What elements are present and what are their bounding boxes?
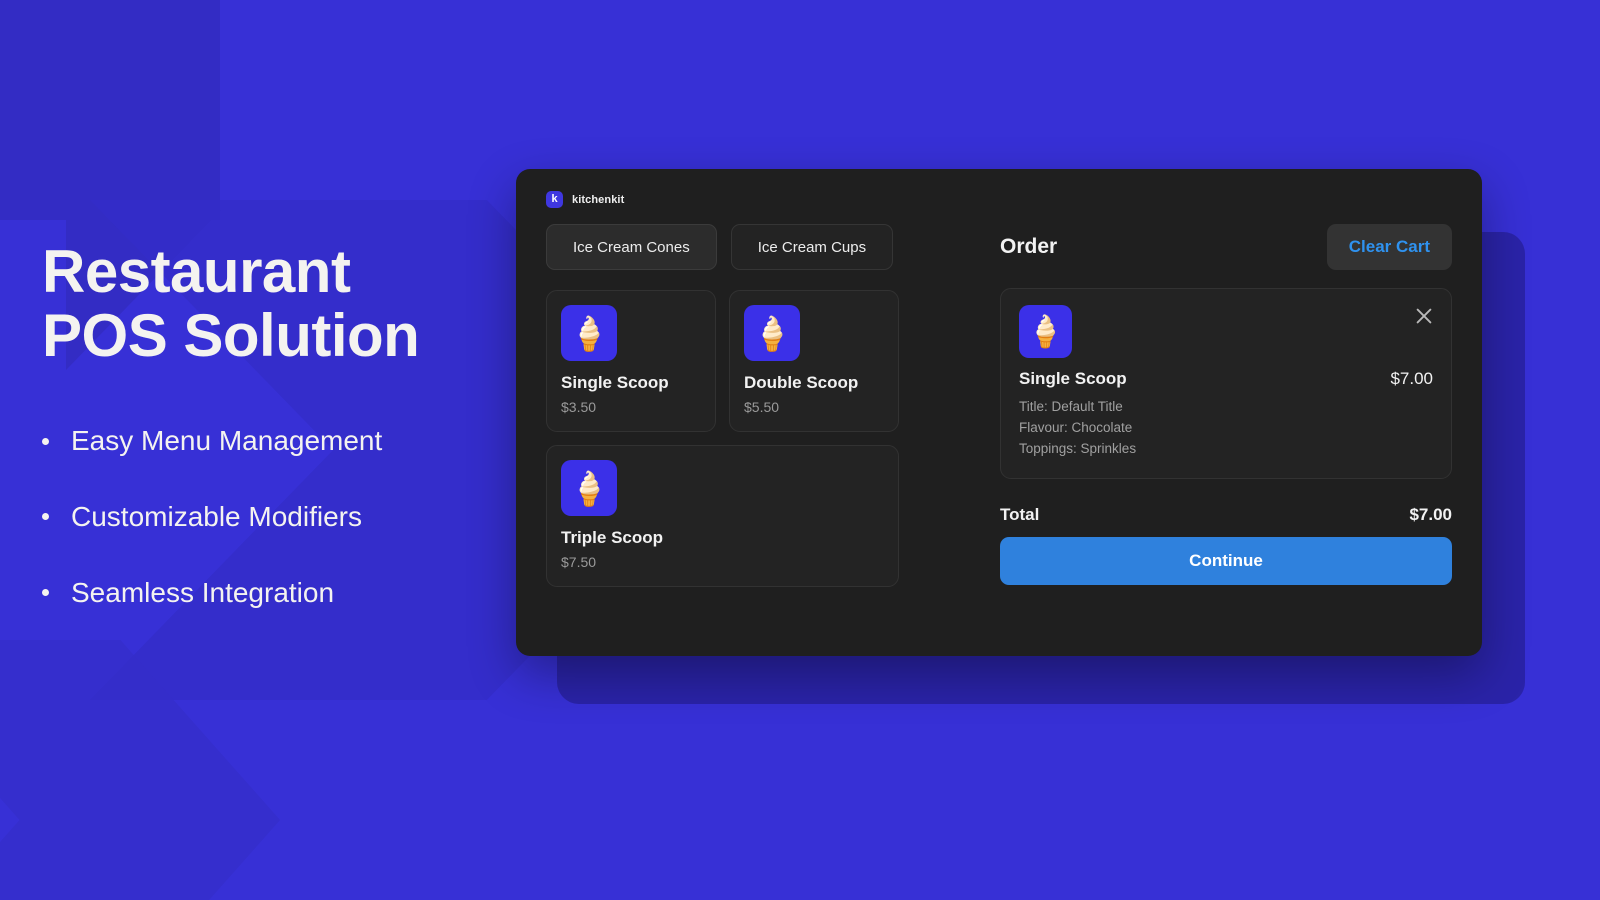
product-name: Single Scoop [561, 373, 669, 392]
promo-feature-label: Seamless Integration [71, 576, 335, 608]
cart-item-modifiers: Title: Default Title Flavour: Chocolate … [1019, 397, 1433, 460]
ice-cream-cone-icon: 🍦 [561, 460, 617, 516]
remove-item-close-icon[interactable] [1413, 305, 1435, 327]
background-shape-top-left [0, 0, 221, 370]
product-price: $5.50 [744, 399, 780, 415]
promo-banner: Restaurant POS Solution Easy Menu Manage… [0, 0, 1600, 900]
order-header: Order Clear Cart [1000, 224, 1452, 270]
modifier-line: Title: Default Title [1019, 399, 1123, 414]
category-tabs: Ice Cream Cones Ice Cream Cups [546, 224, 966, 270]
app-brand-name: kitchenkit [572, 193, 625, 206]
product-card-single-scoop[interactable]: 🍦 Single Scoop $3.50 [546, 290, 716, 432]
cart-item-name: Single Scoop [1019, 369, 1127, 388]
cart-line-item: 🍦 Single Scoop $7.00 Title: Default Titl… [1000, 288, 1452, 479]
ice-cream-cone-icon: 🍦 [561, 305, 617, 361]
bullet-icon [42, 437, 49, 445]
promo-feature-label: Customizable Modifiers [71, 500, 362, 532]
modifier-line: Flavour: Chocolate [1019, 419, 1133, 435]
bullet-icon [42, 588, 49, 596]
menu-column: Ice Cream Cones Ice Cream Cups 🍦 Single … [546, 224, 966, 587]
product-price: $7.50 [561, 554, 597, 570]
product-card-double-scoop[interactable]: 🍦 Double Scoop $5.50 [729, 290, 899, 432]
product-name: Triple Scoop [561, 528, 664, 547]
pos-app-window: k kitchenkit Ice Cream Cones Ice Cream C… [516, 169, 1482, 656]
product-name: Double Scoop [744, 373, 859, 392]
total-label: Total [1000, 504, 1040, 524]
bullet-icon [42, 513, 49, 521]
continue-button[interactable]: Continue [1000, 536, 1452, 585]
ice-cream-cone-icon: 🍦 [744, 305, 800, 361]
ice-cream-cone-icon: 🍦 [1019, 305, 1072, 358]
clear-cart-button[interactable]: Clear Cart [1326, 224, 1452, 270]
order-panel: Order Clear Cart 🍦 Single Scoop $7.00 Ti… [1000, 224, 1452, 587]
order-total-row: Total $7.00 [1000, 505, 1452, 525]
app-brand: k kitchenkit [546, 191, 1452, 208]
product-grid: 🍦 Single Scoop $3.50 🍦 Double Scoop $5.5… [546, 290, 966, 587]
product-price: $3.50 [561, 399, 597, 415]
promo-feature-label: Easy Menu Management [71, 425, 383, 457]
modifier-line: Toppings: Sprinkles [1019, 440, 1137, 456]
tab-ice-cream-cups[interactable]: Ice Cream Cups [730, 224, 894, 270]
product-card-triple-scoop[interactable]: 🍦 Triple Scoop $7.50 [546, 445, 899, 587]
tab-ice-cream-cones[interactable]: Ice Cream Cones [546, 224, 717, 270]
kitchenkit-logo-icon: k [546, 191, 563, 208]
cart-item-price: $7.00 [1390, 369, 1433, 388]
total-value: $7.00 [1409, 504, 1452, 524]
background-chevron-shape-lower [0, 640, 280, 900]
page-title: Order [1000, 235, 1058, 258]
